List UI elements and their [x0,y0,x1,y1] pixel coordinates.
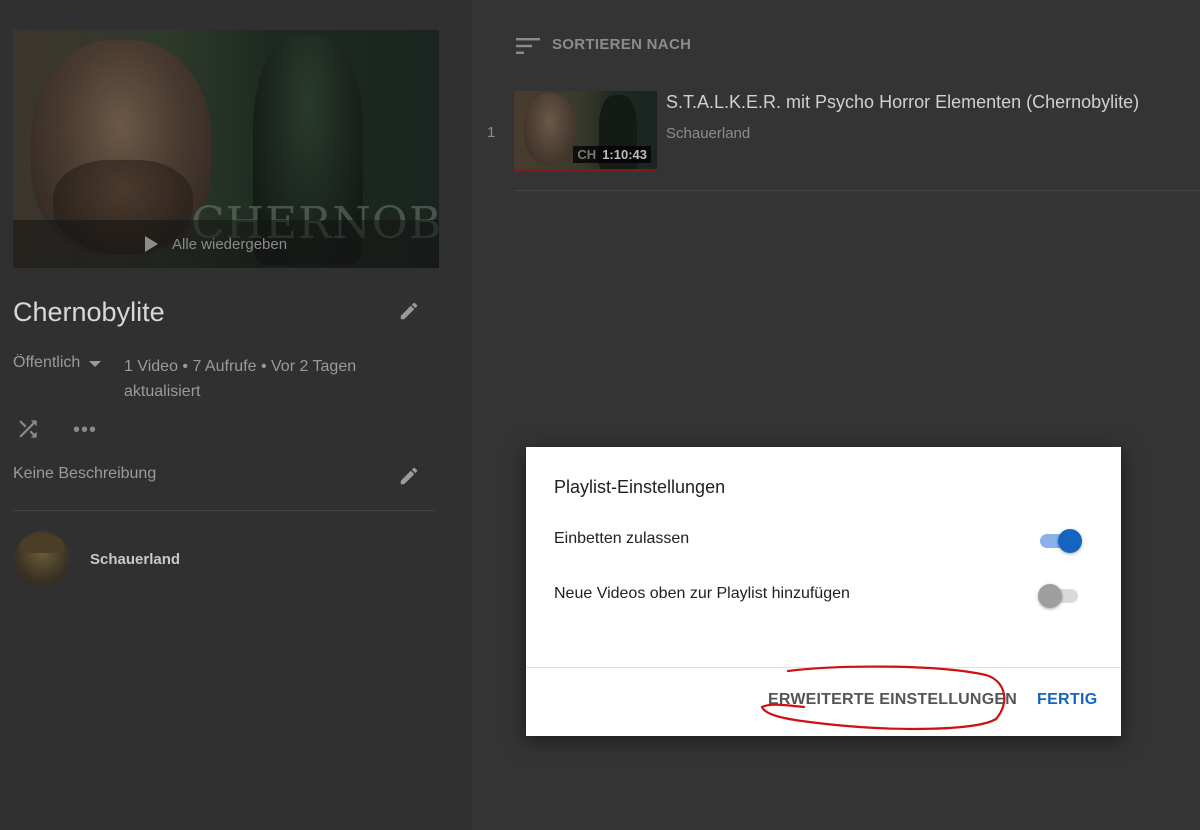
play-icon [145,236,158,252]
sort-button[interactable]: SORTIEREN NACH [552,36,691,53]
video-duration-text: 1:10:43 [602,147,647,162]
play-all-label: Alle wiedergeben [172,235,288,253]
add-to-top-label: Neue Videos oben zur Playlist hinzufügen [554,585,850,602]
video-title[interactable]: S.T.A.L.K.E.R. mit Psycho Horror Element… [666,92,1139,113]
edit-title-pencil-icon[interactable] [398,300,420,322]
channel-name[interactable]: Schauerland [90,551,180,568]
advanced-settings-button[interactable]: ERWEITERTE EINSTELLUNGEN [768,691,1017,709]
playlist-hero-thumbnail[interactable]: CHERNOBYLITE Alle wiedergeben [13,30,439,268]
playlist-stats: 1 Video • 7 Aufrufe • Vor 2 Tagen aktual… [124,358,357,400]
dialog-divider [526,667,1121,668]
playlist-settings-dialog: Playlist-Einstellungen Einbetten zulasse… [526,447,1121,736]
video-channel[interactable]: Schauerland [666,125,750,142]
video-thumbnail[interactable]: CH 1:10:43 [514,91,657,172]
allow-embedding-toggle[interactable] [1038,528,1082,554]
sidebar-divider [13,510,435,511]
channel-avatar[interactable] [14,531,70,587]
play-all-bar[interactable]: Alle wiedergeben [13,220,439,268]
video-index: 1 [487,124,496,141]
playlist-title: Chernobylite [13,297,165,327]
playlist-description: Keine Beschreibung [13,465,157,482]
thumb-badge: CH [577,147,597,162]
allow-embedding-label: Einbetten zulassen [554,530,690,547]
add-to-top-toggle[interactable] [1038,583,1082,609]
list-divider [514,190,1200,191]
video-duration: CH 1:10:43 [573,146,651,163]
sort-icon[interactable] [516,37,540,55]
done-button[interactable]: FERTIG [1037,691,1097,709]
dialog-title: Playlist-Einstellungen [554,477,726,497]
edit-description-pencil-icon[interactable] [398,465,420,487]
more-options-icon[interactable]: ••• [73,420,97,440]
chevron-down-icon[interactable] [89,361,101,367]
shuffle-icon[interactable] [15,416,41,442]
